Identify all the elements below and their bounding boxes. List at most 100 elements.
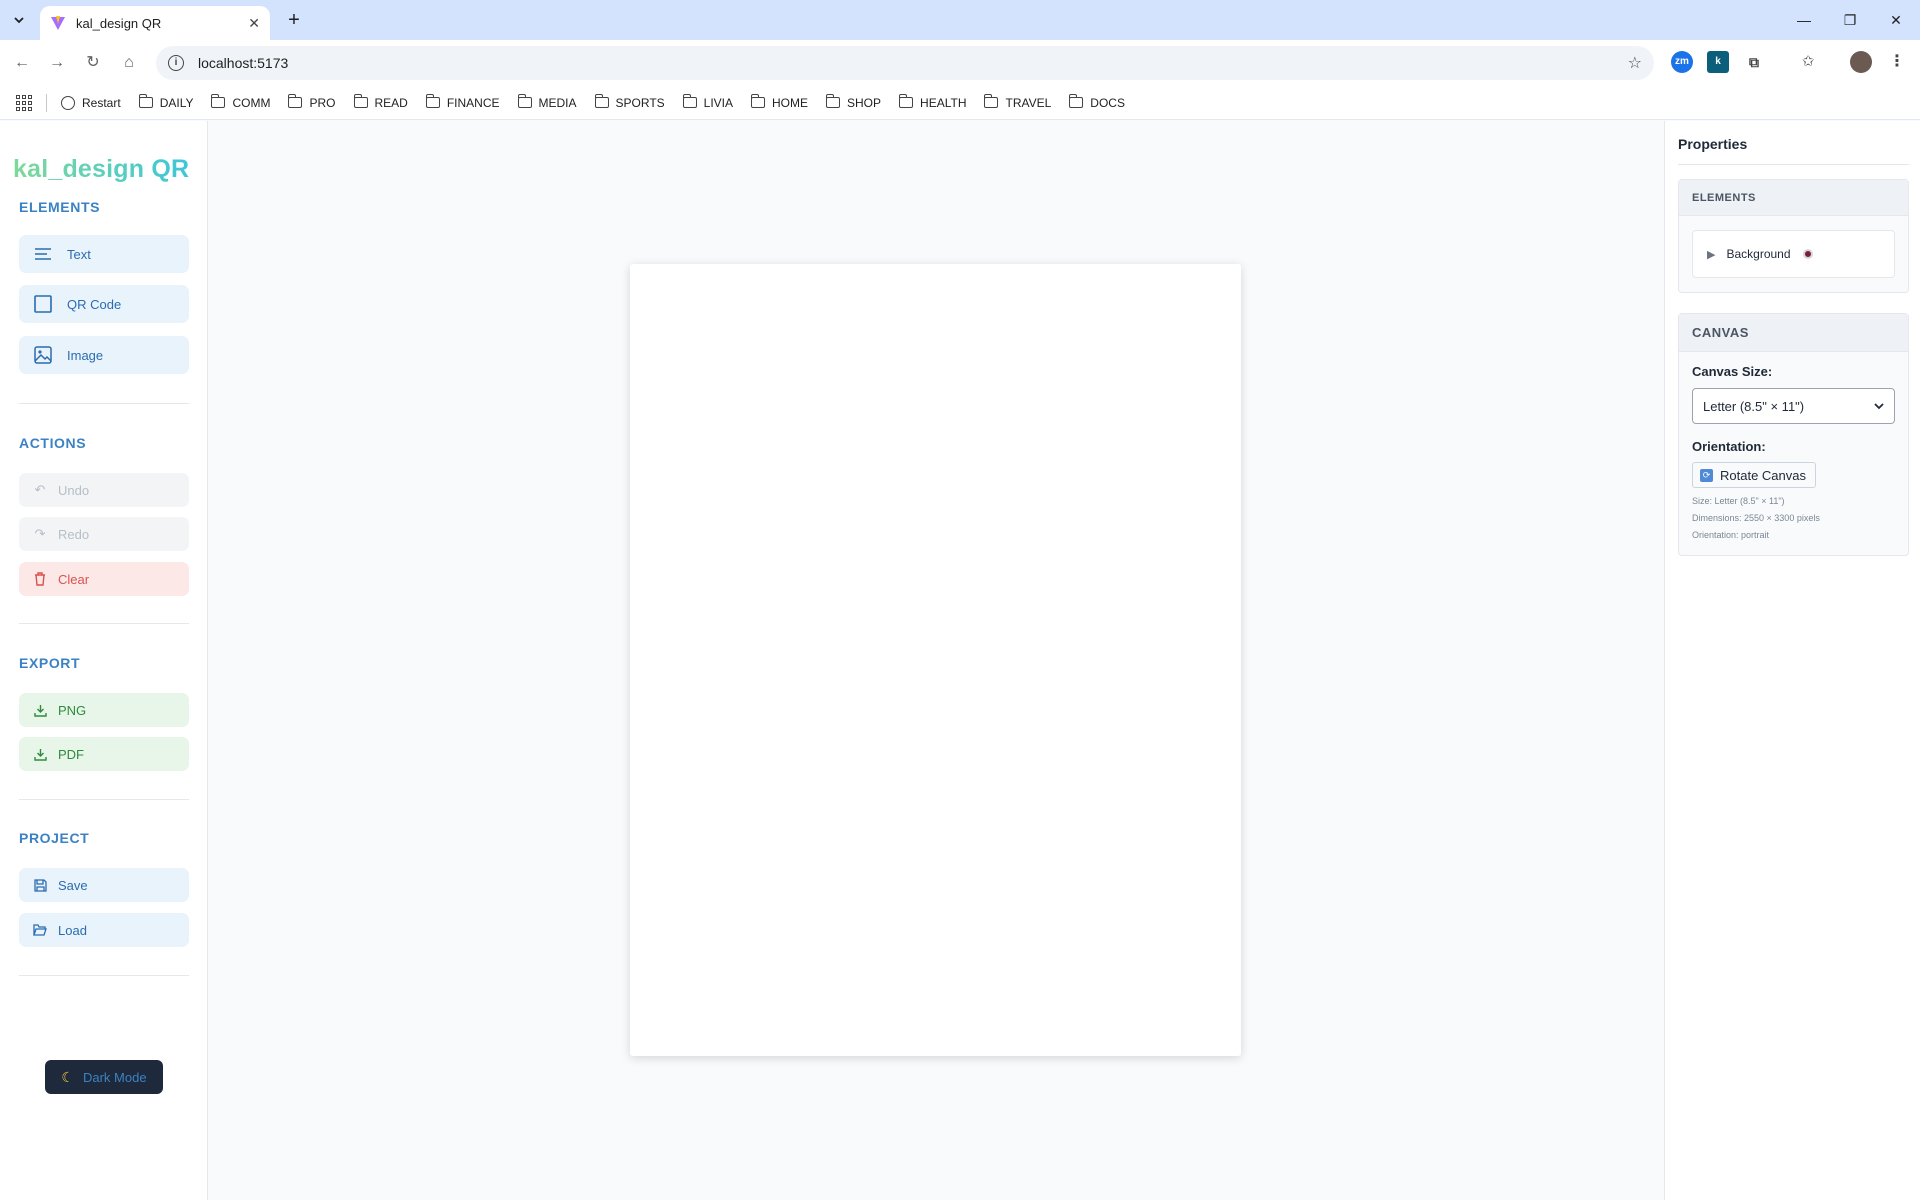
menu-kebab-icon[interactable]: ⋮ — [1886, 51, 1908, 73]
canvas-info-orientation: Orientation: portrait — [1692, 530, 1770, 540]
export-heading: EXPORT — [19, 655, 81, 671]
clear-button[interactable]: Clear — [19, 562, 189, 596]
folder-icon — [984, 94, 999, 108]
add-image-button[interactable]: Image — [19, 336, 189, 374]
undo-icon: ↶ — [34, 482, 46, 497]
divider — [19, 975, 189, 976]
dark-mode-toggle[interactable]: ☾ Dark Mode — [45, 1060, 163, 1094]
save-button[interactable]: Save — [19, 868, 189, 902]
bookmark-folder[interactable]: SHOP — [826, 94, 881, 110]
app-logo: kal_design QR — [13, 155, 190, 183]
browser-toolbar: ← → ↻ ⌂ i localhost:5173 ☆ zm k ⧉ ✩ ⋮ — [0, 40, 1920, 86]
elements-panel: ELEMENTS ▶ Background — [1678, 179, 1909, 293]
properties-panel: Properties ELEMENTS ▶ Background CANVAS … — [1664, 121, 1920, 1200]
add-qr-code-button[interactable]: QR Code — [19, 285, 189, 323]
divider — [19, 799, 189, 800]
folder-icon — [682, 94, 697, 108]
bookmarks-divider — [46, 93, 47, 112]
divider — [19, 623, 189, 624]
properties-title: Properties — [1678, 136, 1748, 152]
download-icon — [32, 745, 48, 763]
orientation-label: Orientation: — [1692, 439, 1766, 454]
folder-icon — [138, 94, 153, 108]
folder-icon — [751, 94, 766, 108]
close-tab-icon[interactable]: ✕ — [248, 15, 260, 32]
folder-icon — [425, 94, 440, 108]
folder-icon — [211, 94, 226, 108]
folder-icon — [517, 94, 532, 108]
vite-favicon-icon — [51, 16, 65, 30]
bookmark-folder[interactable]: SPORTS — [594, 94, 665, 110]
site-info-icon[interactable]: i — [168, 55, 184, 71]
extensions-puzzle-icon[interactable]: ⧉ — [1743, 51, 1765, 73]
trash-icon — [32, 570, 48, 588]
profile-avatar[interactable] — [1850, 51, 1872, 73]
bookmarks-star-icon[interactable]: ✩ — [1797, 51, 1819, 73]
folder-icon — [899, 94, 914, 108]
design-canvas[interactable] — [630, 264, 1241, 1056]
bookmark-folder[interactable]: DOCS — [1069, 94, 1125, 110]
load-button[interactable]: Load — [19, 913, 189, 947]
bookmark-folder[interactable]: COMM — [211, 94, 270, 110]
canvas-size-select[interactable]: Letter (8.5" × 11") — [1692, 388, 1895, 424]
chevron-down-icon — [14, 17, 24, 24]
bookmark-folder[interactable]: DAILY — [138, 94, 193, 110]
redo-icon: ↷ — [34, 526, 46, 541]
layer-label: Background — [1726, 247, 1791, 261]
folder-icon — [826, 94, 841, 108]
elements-panel-heading: ELEMENTS — [1679, 180, 1908, 216]
bookmark-folder[interactable]: PRO — [288, 94, 336, 110]
home-icon[interactable]: ⌂ — [117, 51, 141, 75]
canvas-info-dimensions: Dimensions: 2550 × 3300 pixels — [1692, 513, 1820, 523]
close-window-icon[interactable]: ✕ — [1884, 8, 1908, 32]
export-png-button[interactable]: PNG — [19, 693, 189, 727]
address-bar[interactable]: i localhost:5173 ☆ — [156, 46, 1654, 80]
reload-icon[interactable]: ↻ — [81, 51, 105, 75]
chevron-down-icon — [1874, 403, 1884, 410]
minimize-icon[interactable]: — — [1792, 8, 1816, 32]
layer-item-background[interactable]: ▶ Background — [1692, 230, 1895, 278]
bookmark-folder[interactable]: HOME — [751, 94, 808, 110]
apps-grid-icon[interactable] — [16, 94, 32, 111]
bookmark-folder[interactable]: TRAVEL — [984, 94, 1051, 110]
expand-triangle-icon[interactable]: ▶ — [1707, 248, 1715, 261]
tab-search-button[interactable] — [6, 8, 32, 32]
add-text-button[interactable]: Text — [19, 235, 189, 273]
bookmark-folder[interactable]: HEALTH — [899, 94, 966, 110]
bookmark-star-icon[interactable]: ☆ — [1628, 53, 1642, 73]
bookmark-folder[interactable]: FINANCE — [425, 94, 500, 110]
left-sidebar: kal_design QR ELEMENTS Text QR Code Imag… — [0, 121, 208, 1200]
project-heading: PROJECT — [19, 830, 90, 846]
forward-icon[interactable]: → — [45, 51, 69, 75]
folder-icon — [353, 94, 368, 108]
background-color-swatch[interactable] — [1802, 249, 1813, 259]
download-icon — [32, 701, 48, 719]
rotate-canvas-button[interactable]: ⟳ Rotate Canvas — [1692, 462, 1816, 488]
export-pdf-button[interactable]: PDF — [19, 737, 189, 771]
folder-open-icon — [32, 921, 48, 939]
folder-icon — [1069, 94, 1084, 108]
canvas-panel-heading: CANVAS — [1679, 314, 1908, 352]
divider — [1678, 164, 1909, 165]
bookmark-folder[interactable]: READ — [353, 94, 408, 110]
extension-icon[interactable]: k — [1707, 51, 1729, 73]
url-text: localhost:5173 — [198, 55, 289, 71]
folder-icon — [288, 94, 303, 108]
browser-tab[interactable]: kal_design QR ✕ — [40, 6, 270, 40]
new-tab-button[interactable]: + — [282, 8, 306, 32]
redo-button[interactable]: ↷ Redo — [19, 517, 189, 551]
bookmark-restart[interactable]: Restart — [61, 95, 121, 110]
moon-icon: ☾ — [61, 1068, 74, 1085]
rotate-icon: ⟳ — [1700, 468, 1713, 482]
canvas-size-label: Canvas Size: — [1692, 364, 1773, 379]
canvas-workspace — [209, 121, 1664, 1200]
text-lines-icon — [33, 245, 53, 263]
undo-button[interactable]: ↶ Undo — [19, 473, 189, 507]
canvas-info-size: Size: Letter (8.5" × 11") — [1692, 496, 1785, 506]
actions-heading: ACTIONS — [19, 435, 87, 451]
bookmark-folder[interactable]: LIVIA — [682, 94, 733, 110]
restore-icon[interactable]: ❐ — [1838, 8, 1862, 32]
bookmark-folder[interactable]: MEDIA — [517, 94, 577, 110]
zoom-extension-icon[interactable]: zm — [1671, 51, 1693, 73]
back-icon[interactable]: ← — [10, 51, 34, 75]
